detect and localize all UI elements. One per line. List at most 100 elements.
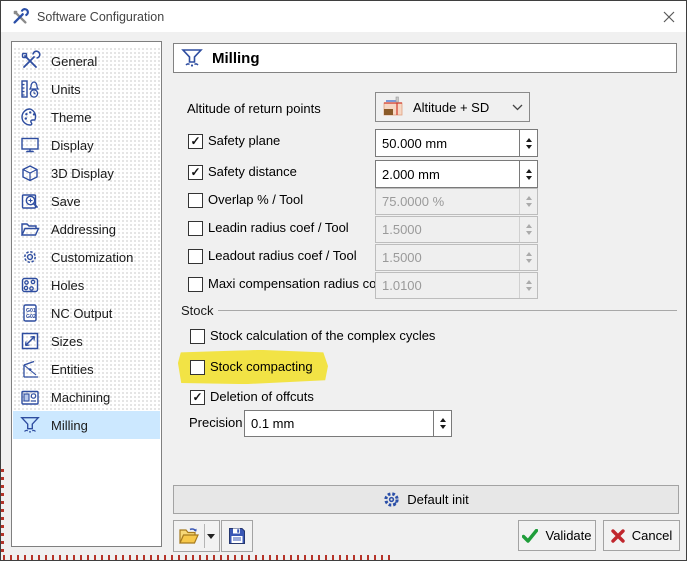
tools-icon bbox=[18, 49, 42, 73]
sidebar-item-label: Milling bbox=[51, 418, 88, 433]
sidebar-item-milling[interactable]: Milling bbox=[13, 411, 160, 439]
sidebar-item-display[interactable]: Display bbox=[13, 131, 160, 159]
leadout-radius-checkbox[interactable] bbox=[188, 249, 203, 264]
floppy-disk-icon bbox=[227, 526, 247, 546]
entities-icon bbox=[18, 357, 42, 381]
spinner-control[interactable] bbox=[433, 411, 451, 436]
sidebar-item-label: Theme bbox=[51, 110, 91, 125]
overlap-checkbox[interactable] bbox=[188, 193, 203, 208]
stock-compacting-label: Stock compacting bbox=[210, 359, 313, 374]
altitude-diagram-icon bbox=[382, 96, 406, 118]
field-value: 1.5000 bbox=[382, 222, 422, 237]
holes-icon bbox=[18, 273, 42, 297]
folder-icon bbox=[18, 217, 42, 241]
sidebar-item-label: Customization bbox=[51, 250, 133, 265]
sidebar-item-save[interactable]: Save bbox=[13, 187, 160, 215]
spinner-control[interactable] bbox=[519, 161, 537, 187]
sidebar-item-label: General bbox=[51, 54, 97, 69]
safety-plane-label: Safety plane bbox=[208, 133, 280, 148]
page-title: Milling bbox=[212, 50, 260, 67]
validate-button[interactable]: Validate bbox=[518, 520, 596, 551]
save-config-button[interactable] bbox=[221, 520, 253, 552]
palette-icon bbox=[18, 105, 42, 129]
precision-input[interactable]: 0.1 mm bbox=[244, 410, 452, 437]
check-icon bbox=[522, 529, 538, 543]
leadin-radius-checkbox[interactable] bbox=[188, 221, 203, 236]
spin-up-icon bbox=[526, 252, 532, 256]
maxi-compensation-input: 1.0100 bbox=[375, 272, 538, 299]
page-header: Milling bbox=[173, 43, 677, 73]
spin-down-icon[interactable] bbox=[526, 145, 532, 149]
save-search-icon bbox=[18, 189, 42, 213]
spinner-control bbox=[519, 189, 537, 214]
sidebar-item-addressing[interactable]: Addressing bbox=[13, 215, 160, 243]
sidebar-item-machining[interactable]: Machining bbox=[13, 383, 160, 411]
safety-distance-input[interactable]: 2.000 mm bbox=[375, 160, 538, 188]
group-divider bbox=[218, 310, 677, 311]
sidebar-item-label: Units bbox=[51, 82, 81, 97]
sidebar-item-3d-display[interactable]: 3D Display bbox=[13, 159, 160, 187]
deletion-offcuts-label: Deletion of offcuts bbox=[210, 389, 314, 404]
spinner-control bbox=[519, 217, 537, 242]
chevron-down-icon bbox=[512, 104, 523, 111]
dropdown-arrow-icon[interactable] bbox=[207, 534, 215, 539]
milling-icon bbox=[18, 413, 42, 437]
milling-icon bbox=[180, 46, 204, 70]
sidebar-item-label: 3D Display bbox=[51, 166, 114, 181]
red-dashes-bottom bbox=[3, 555, 393, 560]
spin-down-icon bbox=[526, 287, 532, 291]
safety-distance-checkbox[interactable]: ✓ bbox=[188, 165, 203, 180]
sidebar-item-label: NC Output bbox=[51, 306, 112, 321]
leadin-radius-label: Leadin radius coef / Tool bbox=[208, 220, 349, 235]
spin-down-icon[interactable] bbox=[440, 425, 446, 429]
spin-down-icon[interactable] bbox=[526, 176, 532, 180]
overlap-input: 75.0000 % bbox=[375, 188, 538, 215]
check-mark: ✓ bbox=[190, 167, 200, 178]
sidebar-item-label: Display bbox=[51, 138, 94, 153]
default-init-label: Default init bbox=[407, 492, 468, 507]
sidebar-item-nc-output[interactable]: G01 G02 NC Output bbox=[13, 299, 160, 327]
stock-compacting-checkbox[interactable] bbox=[190, 360, 205, 375]
sidebar-item-general[interactable]: General bbox=[13, 47, 160, 75]
sidebar-item-label: Save bbox=[51, 194, 81, 209]
safety-plane-input[interactable]: 50.000 mm bbox=[375, 129, 538, 157]
sidebar-item-holes[interactable]: Holes bbox=[13, 271, 160, 299]
spin-down-icon bbox=[526, 259, 532, 263]
open-folder-icon bbox=[177, 525, 201, 547]
window-title: Software Configuration bbox=[37, 10, 164, 24]
cancel-label: Cancel bbox=[632, 528, 672, 543]
title-bar: Software Configuration bbox=[1, 1, 686, 32]
check-mark: ✓ bbox=[192, 392, 202, 403]
open-file-split-button[interactable] bbox=[173, 520, 220, 552]
sidebar-item-theme[interactable]: Theme bbox=[13, 103, 160, 131]
altitude-dropdown[interactable]: Altitude + SD bbox=[375, 92, 530, 122]
svg-text:G02: G02 bbox=[26, 314, 36, 320]
sidebar-item-label: Machining bbox=[51, 390, 110, 405]
sizes-icon bbox=[18, 329, 42, 353]
sidebar-item-label: Addressing bbox=[51, 222, 116, 237]
safety-plane-checkbox[interactable]: ✓ bbox=[188, 134, 203, 149]
split-divider bbox=[204, 524, 205, 548]
altitude-value: Altitude + SD bbox=[413, 100, 489, 115]
spinner-control[interactable] bbox=[519, 130, 537, 156]
precision-label: Precision bbox=[189, 415, 242, 430]
spin-down-icon bbox=[526, 231, 532, 235]
sidebar-item-entities[interactable]: Entities bbox=[13, 355, 160, 383]
field-value: 75.0000 % bbox=[382, 194, 444, 209]
deletion-offcuts-checkbox[interactable]: ✓ bbox=[190, 390, 205, 405]
sidebar-item-units[interactable]: Units bbox=[13, 75, 160, 103]
cancel-button[interactable]: Cancel bbox=[603, 520, 680, 551]
spin-up-icon[interactable] bbox=[440, 418, 446, 422]
stock-calculation-checkbox[interactable] bbox=[190, 329, 205, 344]
spin-up-icon[interactable] bbox=[526, 138, 532, 142]
units-icon bbox=[18, 77, 42, 101]
sidebar-item-customization[interactable]: Customization bbox=[13, 243, 160, 271]
maxi-compensation-checkbox[interactable] bbox=[188, 277, 203, 292]
software-configuration-dialog: Software Configuration General bbox=[0, 0, 687, 561]
close-icon[interactable] bbox=[660, 8, 678, 26]
spin-up-icon bbox=[526, 280, 532, 284]
sidebar-item-sizes[interactable]: Sizes bbox=[13, 327, 160, 355]
spin-up-icon[interactable] bbox=[526, 169, 532, 173]
default-init-button[interactable]: Default init bbox=[173, 485, 679, 514]
spinner-control bbox=[519, 245, 537, 270]
